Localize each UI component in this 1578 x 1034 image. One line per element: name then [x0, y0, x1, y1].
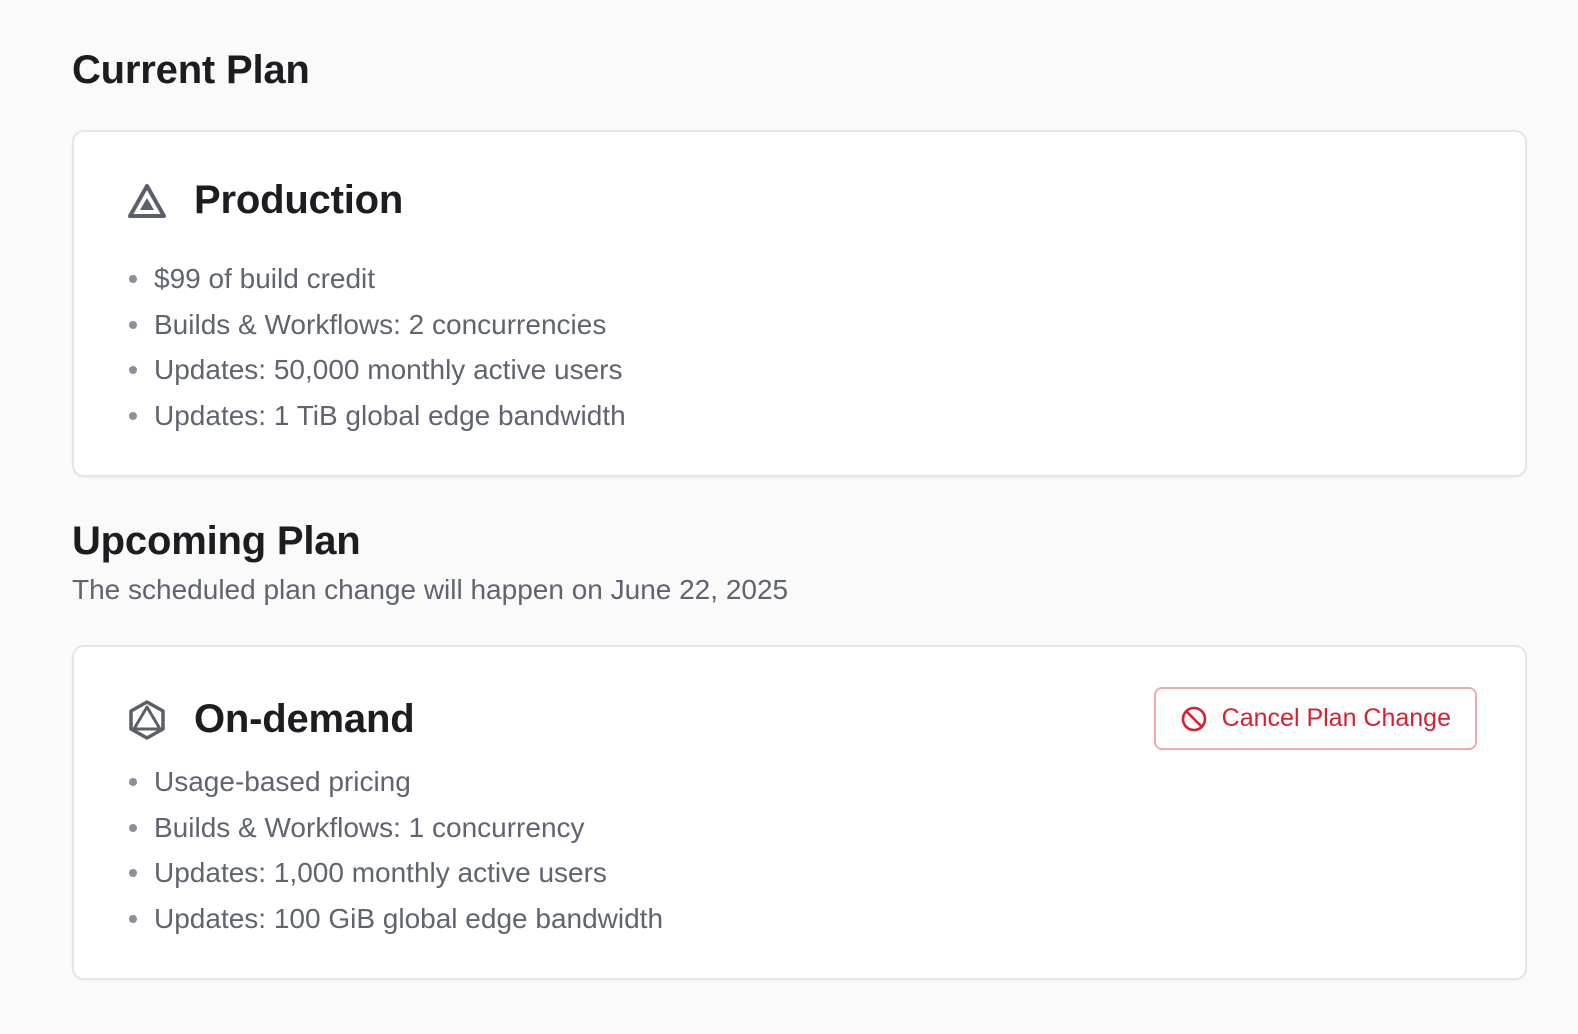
cancel-circle-icon: [1180, 705, 1208, 733]
list-item: Updates: 1,000 monthly active users: [126, 850, 663, 896]
cancel-plan-change-label: Cancel Plan Change: [1221, 704, 1451, 732]
list-item: $99 of build credit: [126, 256, 626, 302]
current-plan-card: Production $99 of build credit Builds & …: [72, 130, 1527, 477]
cancel-plan-change-button[interactable]: Cancel Plan Change: [1153, 687, 1477, 750]
upcoming-plan-heading: Upcoming Plan: [72, 519, 361, 563]
list-item: Updates: 100 GiB global edge bandwidth: [126, 896, 663, 942]
upcoming-plan-header: On-demand: [126, 697, 415, 742]
current-plan-name: Production: [194, 178, 404, 222]
list-item: Builds & Workflows: 1 concurrency: [126, 805, 663, 851]
upcoming-plan-subtitle: The scheduled plan change will happen on…: [72, 574, 789, 605]
current-plan-heading: Current Plan: [72, 48, 310, 92]
upcoming-plan-card: On-demand Cancel Plan Change Usage-based…: [72, 645, 1527, 980]
current-plan-features: $99 of build credit Builds & Workflows: …: [126, 256, 626, 438]
list-item: Builds & Workflows: 2 concurrencies: [126, 302, 626, 348]
list-item: Updates: 50,000 monthly active users: [126, 347, 626, 393]
triangle-plan-icon: [126, 180, 168, 222]
upcoming-plan-name: On-demand: [194, 697, 415, 741]
hexagon-plan-icon: [126, 699, 168, 741]
list-item: Usage-based pricing: [126, 759, 663, 805]
list-item: Updates: 1 TiB global edge bandwidth: [126, 393, 626, 439]
upcoming-plan-features: Usage-based pricing Builds & Workflows: …: [126, 759, 663, 941]
current-plan-header: Production: [126, 178, 403, 223]
